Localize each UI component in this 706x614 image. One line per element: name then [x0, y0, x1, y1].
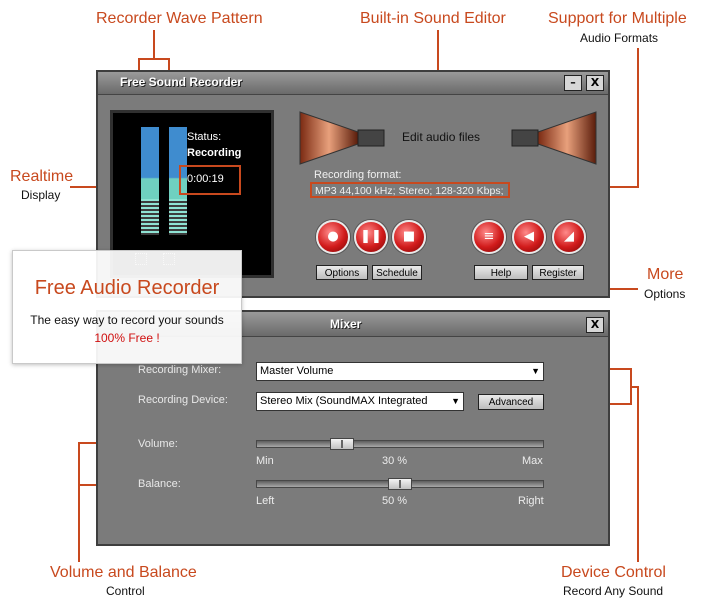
edit-icon: ◢ [564, 229, 574, 244]
format-label: Recording format: [314, 169, 402, 181]
recording-device-select[interactable]: Stereo Mix (SoundMAX Integrated ▼ [256, 392, 464, 411]
callout-line [78, 442, 80, 562]
volume-label: Volume: [138, 438, 178, 450]
promo-box: Free Audio Recorder The easy way to reco… [12, 250, 242, 364]
promo-free: 100% Free ! [94, 331, 160, 345]
left-horn-icon [299, 111, 385, 165]
format-value: MP3 44,100 kHz; Stereo; 128-320 Kbps; [310, 182, 510, 198]
list-icon: ≡ [483, 229, 495, 244]
pause-button[interactable]: ❚❚ [354, 220, 388, 254]
callout-wave-title: Recorder Wave Pattern [96, 10, 263, 27]
status-label: Status: [187, 131, 222, 143]
recording-mixer-value: Master Volume [260, 365, 334, 377]
callout-volume-title: Volume and Balance [50, 564, 197, 581]
stop-button[interactable]: ■ [392, 220, 426, 254]
callout-line [637, 386, 639, 562]
recording-mixer-select[interactable]: Master Volume ▼ [256, 362, 544, 381]
callout-formats-sub: Audio Formats [580, 31, 659, 45]
left-level-bar [141, 127, 159, 199]
volume-thumb[interactable] [330, 438, 355, 450]
schedule-button[interactable]: Schedule [372, 265, 422, 280]
recorder-title: Free Sound Recorder [120, 75, 243, 89]
record-icon: ● [327, 229, 339, 244]
balance-right-label: Right [518, 495, 544, 507]
recording-mixer-label: Recording Mixer: [138, 364, 222, 376]
callout-more-sub: Options [644, 287, 686, 301]
callout-realtime-sub: Display [21, 188, 61, 202]
volume-slider[interactable] [256, 440, 544, 448]
right-horn-icon [511, 111, 597, 165]
close-button[interactable]: X [586, 75, 604, 91]
promo-title: Free Audio Recorder [34, 277, 220, 299]
balance-left-label: Left [256, 495, 275, 507]
record-button[interactable]: ● [316, 220, 350, 254]
callout-device-sub: Record Any Sound [563, 584, 664, 598]
recording-device-label: Recording Device: [138, 394, 228, 406]
balance-value: 50 % [382, 495, 408, 507]
callout-line [153, 30, 155, 60]
chevron-down-icon: ▼ [531, 366, 540, 376]
callout-volume-sub: Control [106, 584, 145, 598]
callout-line [637, 48, 639, 188]
volume-value: 30 % [382, 455, 408, 467]
mixer-close-button[interactable]: X [586, 317, 604, 333]
callout-realtime-title: Realtime [10, 168, 74, 185]
edit-button[interactable]: ◢ [552, 220, 586, 254]
callout-more-title: More [647, 266, 684, 283]
mixer-title: Mixer [330, 317, 362, 331]
chevron-down-icon: ▼ [449, 393, 460, 410]
pause-icon: ❚❚ [360, 229, 382, 244]
minimize-button[interactable]: – [564, 75, 582, 91]
time-display: 0:00:19 [179, 165, 241, 195]
left-level-bar-low [141, 199, 159, 235]
options-button[interactable]: Options [316, 265, 368, 280]
callout-editor-title: Built-in Sound Editor [360, 10, 506, 27]
callout-device-title: Device Control [561, 564, 666, 581]
advanced-button[interactable]: Advanced [478, 394, 544, 410]
list-button[interactable]: ≡ [472, 220, 506, 254]
play-button[interactable]: ◀ [512, 220, 546, 254]
promo-tagline: The easy way to record your sounds [30, 313, 224, 327]
balance-label: Balance: [138, 478, 181, 490]
right-level-bar-low [169, 199, 187, 235]
callout-formats-title: Support for Multiple [548, 10, 687, 27]
register-button[interactable]: Register [532, 265, 584, 280]
recorder-titlebar: Free Sound Recorder – X [98, 72, 608, 95]
stop-icon: ■ [402, 229, 416, 244]
volume-max-label: Max [522, 455, 543, 467]
recording-device-value: Stereo Mix (SoundMAX Integrated [260, 395, 428, 407]
status-value: Recording [187, 147, 242, 159]
play-icon: ◀ [524, 229, 534, 244]
volume-min-label: Min [256, 455, 274, 467]
edit-audio-label[interactable]: Edit audio files [402, 130, 480, 144]
help-button[interactable]: Help [474, 265, 528, 280]
callout-line [138, 58, 170, 60]
balance-thumb[interactable] [388, 478, 412, 490]
